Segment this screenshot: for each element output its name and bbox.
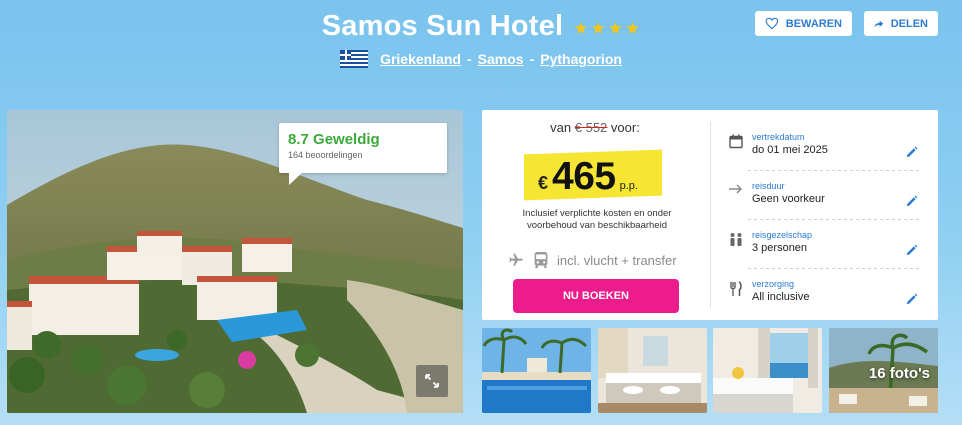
expand-icon bbox=[425, 374, 439, 388]
booking-panel: van € 552 voor: € 465 p.p. Inclusief ver… bbox=[482, 110, 938, 320]
detail-board[interactable]: verzorging All inclusive bbox=[726, 269, 926, 317]
detail-value: Geen voorkeur bbox=[752, 193, 825, 205]
price-column: van € 552 voor: € 465 p.p. Inclusief ver… bbox=[482, 110, 708, 320]
star-rating: ★ ★ ★ ★ bbox=[573, 19, 640, 39]
rating-word: Geweldig bbox=[313, 131, 380, 148]
room-view-photo bbox=[713, 328, 822, 413]
heart-icon bbox=[765, 17, 779, 30]
breadcrumb-separator: - bbox=[466, 51, 472, 67]
star-icon: ★ bbox=[607, 18, 623, 38]
pencil-icon[interactable] bbox=[905, 293, 918, 306]
calendar-icon bbox=[726, 134, 746, 149]
detail-label: verzorging bbox=[752, 279, 795, 289]
save-label: BEWAREN bbox=[785, 17, 842, 30]
old-price: € 552 bbox=[574, 120, 608, 135]
region-link[interactable]: Samos bbox=[478, 51, 524, 67]
hotel-title: Samos Sun Hotel ★ ★ ★ ★ bbox=[322, 10, 641, 43]
country-link[interactable]: Griekenland bbox=[380, 51, 461, 67]
thumbnail-more-photos[interactable]: 16 foto's bbox=[829, 328, 938, 413]
thumbnail-room-1[interactable] bbox=[598, 328, 707, 413]
from-suffix: voor: bbox=[610, 120, 640, 135]
star-icon: ★ bbox=[590, 18, 606, 38]
save-button[interactable]: BEWAREN bbox=[755, 11, 852, 36]
from-prefix: van bbox=[550, 120, 572, 135]
pencil-icon[interactable] bbox=[905, 195, 918, 208]
pencil-icon[interactable] bbox=[905, 244, 918, 257]
rating-score: 8.7 bbox=[288, 131, 309, 148]
detail-label: vertrekdatum bbox=[752, 132, 805, 142]
star-icon: ★ bbox=[625, 18, 641, 38]
price-currency: € bbox=[538, 173, 549, 193]
people-icon bbox=[726, 232, 746, 247]
plane-arrow-icon bbox=[726, 183, 746, 195]
detail-value: 3 personen bbox=[752, 242, 808, 254]
flight-transfer-label: incl. vlucht + transfer bbox=[557, 252, 677, 268]
airplane-icon bbox=[509, 253, 523, 266]
price-value: 465 bbox=[552, 155, 616, 198]
inclusive-note: Inclusief verplichte kosten en onder voo… bbox=[522, 208, 672, 231]
expand-photo-button[interactable] bbox=[416, 365, 448, 397]
town-link[interactable]: Pythagorion bbox=[540, 51, 622, 67]
hotel-name: Samos Sun Hotel bbox=[321, 10, 564, 42]
cutlery-icon bbox=[726, 281, 746, 297]
detail-value: All inclusive bbox=[752, 291, 810, 303]
thumbnail-room-2[interactable] bbox=[713, 328, 822, 413]
share-label: DELEN bbox=[890, 17, 928, 30]
panel-divider bbox=[710, 122, 711, 308]
detail-label: reisgezelschap bbox=[752, 230, 813, 240]
detail-duration[interactable]: reisduur Geen voorkeur bbox=[726, 171, 926, 219]
photo-count: 16 foto's bbox=[868, 365, 930, 382]
pencil-icon[interactable] bbox=[905, 146, 918, 159]
detail-value: do 01 mei 2025 bbox=[752, 144, 828, 156]
bus-icon bbox=[534, 252, 548, 268]
detail-travel-party[interactable]: reisgezelschap 3 personen bbox=[726, 220, 926, 268]
detail-departure-date[interactable]: vertrekdatum do 01 mei 2025 bbox=[726, 122, 926, 170]
flight-transfer-info: incl. vlucht + transfer bbox=[507, 251, 697, 269]
price-unit: p.p. bbox=[619, 180, 638, 192]
star-icon: ★ bbox=[573, 18, 589, 38]
review-count: 164 beoordelingen bbox=[288, 150, 363, 160]
price-display: € 465 p.p. bbox=[538, 155, 638, 199]
book-now-button[interactable]: NU BOEKEN bbox=[513, 279, 679, 313]
share-arrow-icon bbox=[874, 20, 884, 27]
rating-bubble[interactable]: 8.7 Geweldig 164 beoordelingen bbox=[279, 123, 447, 185]
thumbnail-pool[interactable] bbox=[482, 328, 591, 413]
detail-label: reisduur bbox=[752, 181, 785, 191]
share-button[interactable]: DELEN bbox=[864, 11, 938, 36]
location-breadcrumb: Griekenland - Samos - Pythagorion bbox=[0, 50, 962, 73]
room-photo bbox=[598, 328, 707, 413]
from-price-line: van € 552 voor: bbox=[482, 120, 708, 135]
greece-flag-icon bbox=[340, 50, 369, 68]
rating-line: 8.7 Geweldig bbox=[288, 131, 438, 148]
breadcrumb-separator: - bbox=[529, 51, 535, 67]
pool-photo bbox=[482, 328, 591, 413]
